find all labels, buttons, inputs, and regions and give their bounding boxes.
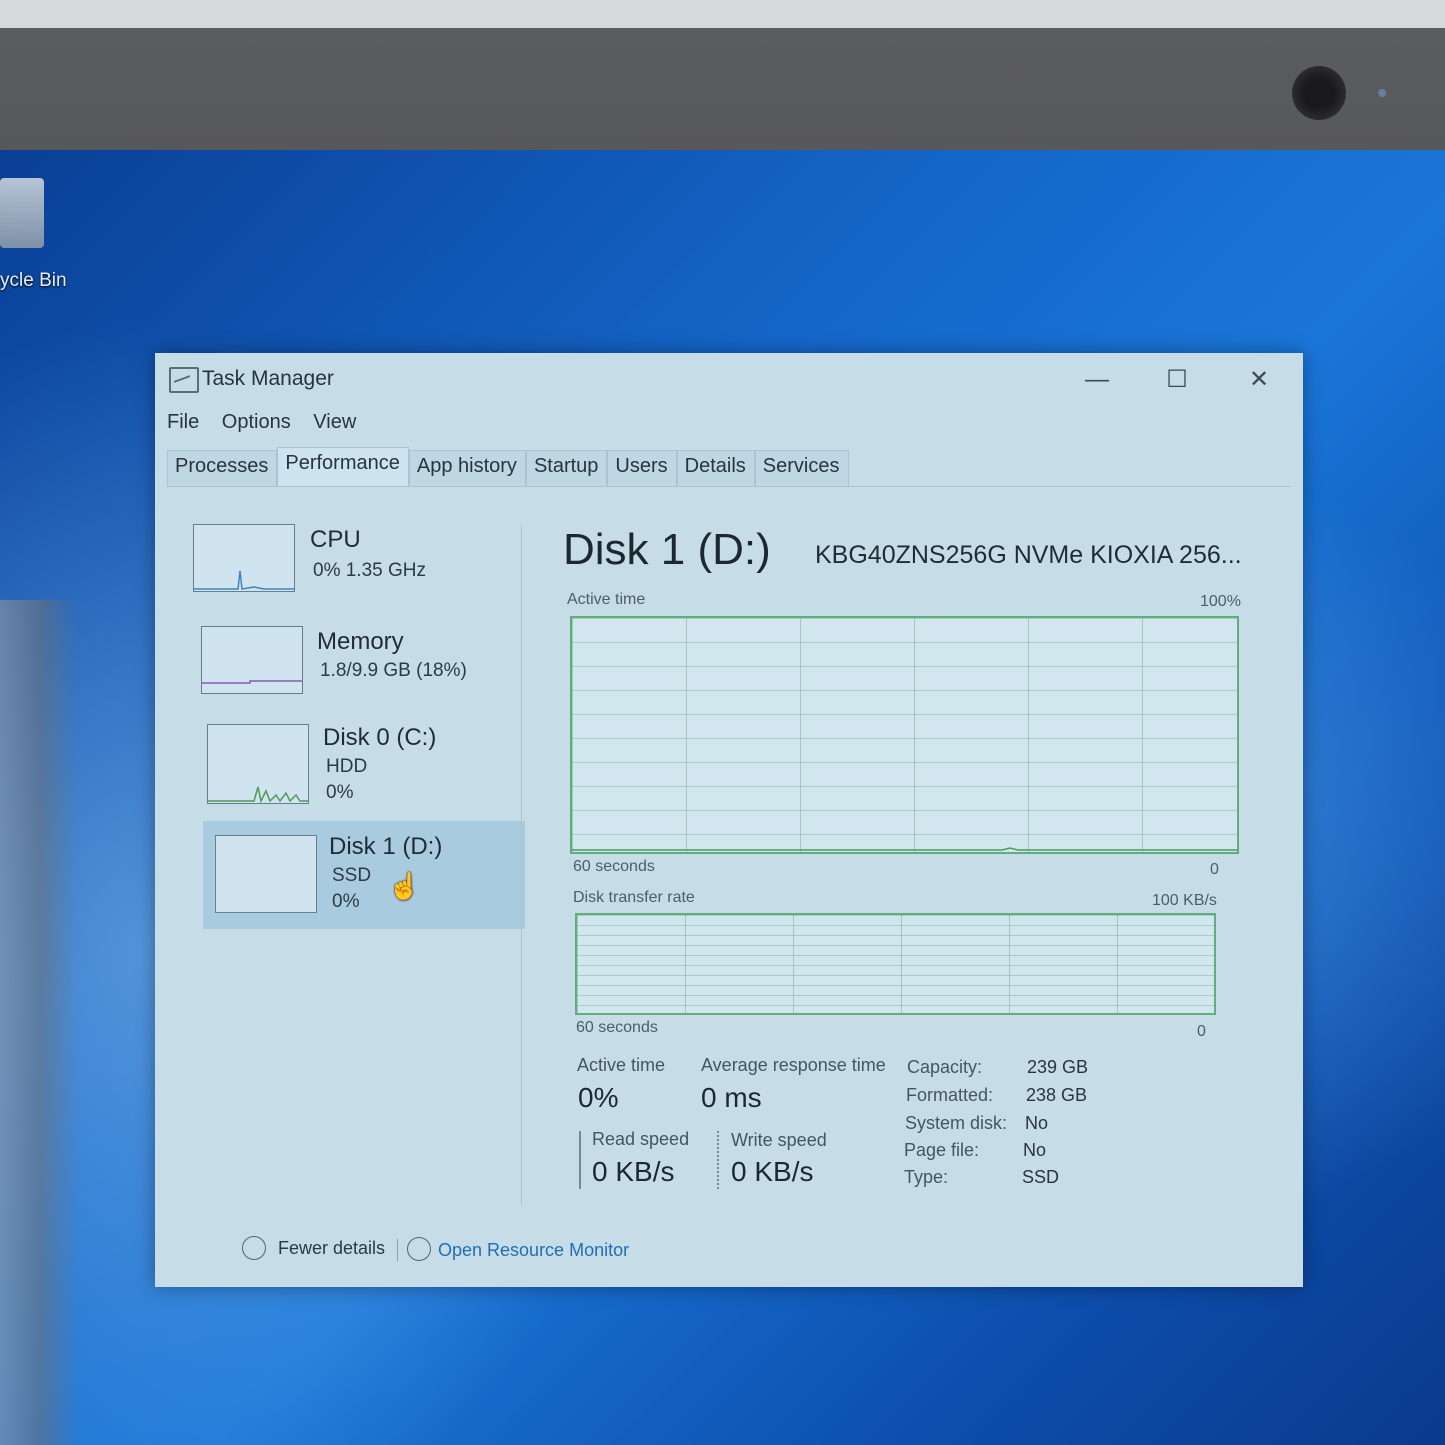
disk0-thumbnail-graph (207, 724, 309, 804)
stat-active-time-value: 0% (578, 1082, 619, 1113)
webcam-led (1378, 89, 1386, 97)
prop-page-file-value: No (1023, 1140, 1047, 1160)
graph1-max: 100% (1200, 593, 1241, 610)
menu-view[interactable]: View (313, 411, 356, 433)
menu-bar: File Options View (167, 411, 373, 434)
footer-separator (397, 1239, 398, 1261)
stat-avg-response-label: Average response time (701, 1055, 886, 1075)
prop-type-key: Type: (904, 1167, 949, 1187)
graph2-x-right: 0 (1197, 1023, 1206, 1040)
sidebar-disk1-usage: 0% (332, 891, 360, 912)
chevron-up-icon[interactable] (242, 1236, 266, 1260)
sidebar-item-disk0[interactable]: Disk 0 (C:) HDD 0% (155, 716, 525, 818)
minimize-button[interactable]: — (1075, 363, 1119, 397)
recycle-bin-icon[interactable] (0, 178, 44, 248)
sidebar-memory-usage: 1.8/9.9 GB (18%) (320, 660, 467, 681)
sidebar-disk0-name: Disk 0 (C:) (323, 724, 437, 751)
tab-services[interactable]: Services (754, 450, 849, 486)
cpu-thumbnail-graph (193, 524, 295, 592)
write-speed-marker (717, 1131, 719, 1189)
prop-type-value: SSD (1022, 1167, 1060, 1187)
stat-active-time-label: Active time (577, 1055, 666, 1075)
task-manager-icon (169, 367, 199, 393)
sidebar-item-memory[interactable]: Memory 1.8/9.9 GB (18%) (155, 620, 525, 722)
tab-performance[interactable]: Performance (277, 447, 409, 486)
memory-mini-graph (202, 680, 302, 684)
title-bar[interactable]: Task Manager — ☐ ✕ (155, 353, 1303, 405)
graph2-max: 100 KB/s (1152, 892, 1217, 909)
tab-processes[interactable]: Processes (167, 450, 278, 486)
sidebar-item-disk1[interactable]: Disk 1 (D:) SSD 0% (203, 821, 525, 929)
stat-write-speed-value: 0 KB/s (731, 1156, 814, 1187)
screen-glare (0, 600, 80, 1445)
disk0-mini-graph (208, 786, 308, 804)
tab-startup[interactable]: Startup (525, 450, 608, 486)
sidebar-item-cpu[interactable]: CPU 0% 1.35 GHz (155, 518, 525, 620)
disk1-thumbnail-graph (215, 835, 317, 913)
sidebar-memory-name: Memory (317, 628, 404, 655)
panel-divider (521, 525, 522, 1205)
task-manager-window: Task Manager — ☐ ✕ File Options View Pro… (155, 353, 1303, 1287)
prop-system-disk-key: System disk: (905, 1113, 1008, 1133)
tab-details[interactable]: Details (676, 450, 755, 486)
window-title: Task Manager (202, 367, 334, 390)
close-button[interactable]: ✕ (1237, 363, 1281, 397)
resource-monitor-icon[interactable] (407, 1237, 431, 1261)
prop-system-disk-value: No (1025, 1113, 1049, 1133)
graph1-label: Active time (567, 591, 646, 608)
stat-read-speed-value: 0 KB/s (592, 1156, 675, 1187)
tab-app-history[interactable]: App history (408, 450, 526, 486)
read-speed-marker (579, 1131, 581, 1189)
stat-read-speed-label: Read speed (592, 1129, 690, 1149)
prop-page-file-key: Page file: (904, 1140, 980, 1160)
detail-model: KBG40ZNS256G NVMe KIOXIA 256... (815, 541, 1242, 569)
detail-title: Disk 1 (D:) (563, 525, 771, 574)
tab-divider (167, 486, 1291, 487)
hand-cursor-icon: ☝ (388, 871, 421, 901)
sidebar-disk0-type: HDD (326, 756, 368, 777)
menu-file[interactable]: File (167, 411, 199, 433)
graph2-label: Disk transfer rate (573, 889, 695, 906)
stat-write-speed-label: Write speed (731, 1130, 827, 1150)
sidebar-disk1-type: SSD (332, 865, 372, 886)
sidebar-cpu-usage: 0% 1.35 GHz (313, 560, 426, 581)
tab-strip: Processes Performance App history Startu… (167, 447, 849, 486)
prop-capacity-key: Capacity: (907, 1057, 983, 1077)
prop-formatted-value: 238 GB (1026, 1085, 1088, 1105)
recycle-bin-label: ycle Bin (0, 270, 67, 291)
webcam (1292, 66, 1346, 120)
open-resource-monitor-link[interactable]: Open Resource Monitor (438, 1240, 629, 1261)
tab-users[interactable]: Users (607, 450, 677, 486)
graph2-x-left: 60 seconds (576, 1019, 658, 1036)
sidebar-cpu-name: CPU (310, 526, 361, 553)
maximize-button[interactable]: ☐ (1155, 363, 1199, 397)
sidebar-disk1-name: Disk 1 (D:) (329, 833, 443, 860)
sidebar-disk0-usage: 0% (326, 782, 354, 803)
prop-formatted-key: Formatted: (906, 1085, 994, 1105)
graph1-x-right: 0 (1210, 861, 1219, 878)
stat-avg-response-value: 0 ms (701, 1082, 762, 1113)
memory-thumbnail-graph (201, 626, 303, 694)
graph1-x-left: 60 seconds (573, 858, 655, 875)
fewer-details-link[interactable]: Fewer details (278, 1238, 385, 1259)
active-time-line (572, 847, 1237, 851)
prop-capacity-value: 239 GB (1027, 1057, 1089, 1077)
menu-options[interactable]: Options (222, 411, 291, 433)
cpu-mini-graph (194, 570, 294, 590)
transfer-rate-graph (575, 913, 1216, 1015)
active-time-graph (570, 616, 1239, 854)
